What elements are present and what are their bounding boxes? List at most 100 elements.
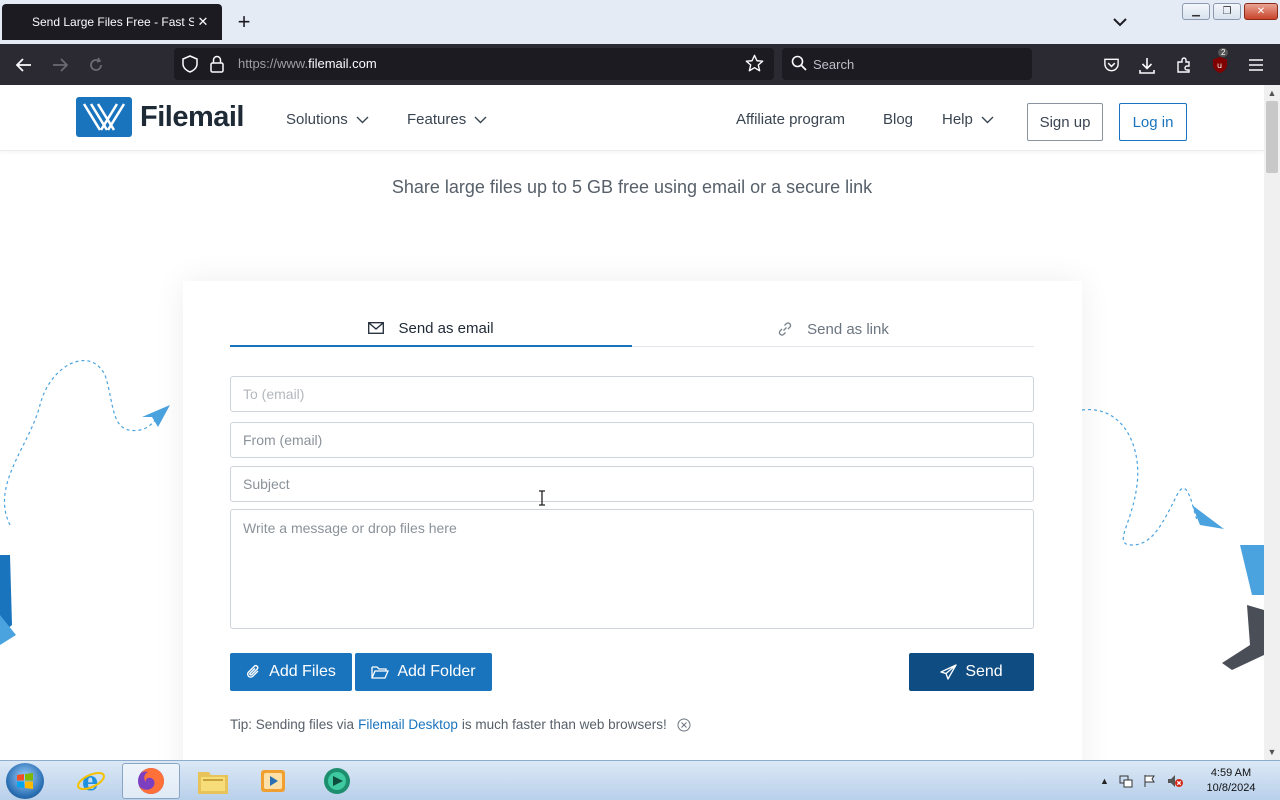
system-tray: ▲ — [1100, 761, 1183, 800]
chevron-down-icon — [356, 116, 369, 123]
media-player-icon — [261, 770, 285, 792]
nav-blog[interactable]: Blog — [883, 111, 913, 128]
browser-tab[interactable]: Send Large Files Free - Fast Secure ✕ — [2, 4, 222, 40]
action-center-flag-icon[interactable] — [1143, 774, 1157, 788]
add-folder-label: Add Folder — [397, 663, 476, 680]
hero-subtitle: Share large files up to 5 GB free using … — [391, 177, 873, 197]
send-mode-tabs: Send as email Send as link — [230, 311, 1034, 347]
nav-features-label: Features — [407, 111, 467, 128]
tab-title: Send Large Files Free - Fast Secure — [32, 15, 194, 29]
scroll-down-arrow-icon[interactable]: ▼ — [1264, 744, 1280, 760]
paperclip-icon — [247, 665, 259, 678]
window-minimize-button[interactable]: ▁ — [1182, 3, 1210, 20]
tab-email-label: Send as email — [398, 319, 494, 337]
firefox-icon — [138, 768, 164, 794]
tab-list-chevron-icon[interactable] — [1108, 10, 1132, 34]
svg-text:u: u — [1217, 61, 1222, 70]
browser-nav-bar: https://www.filemail.com Search u 2 — [0, 44, 1280, 85]
link-icon — [779, 322, 792, 336]
extensions-icon[interactable] — [1171, 52, 1197, 78]
back-arrow-icon[interactable] — [11, 52, 37, 78]
tip-close-icon[interactable] — [677, 718, 691, 732]
signup-button[interactable]: Sign up — [1027, 103, 1103, 141]
message-textarea[interactable] — [230, 509, 1034, 629]
taskbar-app[interactable] — [308, 763, 366, 799]
filemail-logo-icon — [76, 97, 132, 137]
desktop-tip: Tip: Sending files via Filemail Desktop … — [230, 717, 691, 732]
window-restore-button[interactable]: ❐ — [1213, 3, 1241, 20]
lock-icon[interactable] — [210, 55, 224, 78]
url-bar[interactable]: https://www.filemail.com — [174, 48, 774, 80]
paper-plane-icon — [940, 664, 957, 680]
tracking-shield-icon[interactable] — [182, 55, 198, 78]
new-tab-button[interactable]: + — [232, 11, 256, 35]
windows-logo-icon — [17, 773, 33, 789]
send-form-card: Send as email Send as link Add Files Add… — [183, 281, 1082, 760]
tip-suffix: is much faster than web browsers! — [461, 717, 667, 732]
internet-explorer-icon: e — [77, 767, 105, 796]
page-viewport: Filemail Solutions Features Affiliate pr… — [0, 85, 1264, 760]
hamburger-menu-icon[interactable] — [1243, 52, 1269, 78]
system-clock[interactable]: 4:59 AM 10/8/2024 — [1196, 766, 1266, 796]
network-icon[interactable] — [1119, 774, 1133, 788]
add-folder-button[interactable]: Add Folder — [355, 653, 492, 691]
search-icon — [791, 55, 807, 76]
scroll-thumb[interactable] — [1266, 101, 1278, 173]
taskbar-file-explorer[interactable] — [184, 763, 242, 799]
nav-blog-label: Blog — [883, 111, 914, 128]
scroll-up-arrow-icon[interactable]: ▲ — [1264, 85, 1280, 101]
site-header: Filemail Solutions Features Affiliate pr… — [0, 85, 1264, 151]
start-button[interactable] — [6, 763, 44, 799]
paper-plane-right-decoration — [1082, 409, 1264, 670]
search-placeholder: Search — [813, 57, 855, 72]
tab-close-icon[interactable]: ✕ — [194, 13, 212, 31]
subject-input[interactable] — [230, 466, 1034, 502]
nav-solutions[interactable]: Solutions — [286, 111, 369, 128]
volume-muted-icon[interactable] — [1167, 774, 1183, 788]
reload-icon[interactable] — [83, 52, 109, 78]
taskbar-media-player[interactable] — [244, 763, 302, 799]
logo-text: Filemail — [140, 100, 245, 133]
svg-text:e: e — [82, 767, 99, 796]
tab-send-as-email[interactable]: Send as email — [230, 311, 632, 347]
pocket-icon[interactable] — [1098, 52, 1124, 78]
url-text: https://www.filemail.com — [238, 56, 377, 71]
nav-help-label: Help — [942, 111, 973, 128]
to-email-input[interactable] — [230, 376, 1034, 412]
tray-expand-icon[interactable]: ▲ — [1100, 776, 1109, 786]
page-scrollbar[interactable]: ▲ ▼ — [1264, 85, 1280, 760]
nav-affiliate-program[interactable]: Affiliate program — [736, 111, 845, 128]
nav-features[interactable]: Features — [407, 111, 487, 128]
windows-taskbar: e ▲ 4:59 AM 10/8/2024 — [0, 760, 1280, 800]
envelope-icon — [368, 322, 385, 334]
search-bar[interactable]: Search — [782, 48, 1032, 80]
taskbar-firefox[interactable] — [122, 763, 180, 799]
downloads-icon[interactable] — [1134, 52, 1160, 78]
tab-send-as-link[interactable]: Send as link — [632, 311, 1034, 347]
add-files-button[interactable]: Add Files — [230, 653, 352, 691]
app-icon — [324, 768, 350, 794]
taskbar-internet-explorer[interactable]: e — [62, 763, 120, 799]
browser-tab-bar: Send Large Files Free - Fast Secure ✕ + … — [0, 0, 1280, 44]
chevron-down-icon — [981, 116, 994, 123]
chevron-down-icon — [474, 116, 487, 123]
tab-link-label: Send as link — [807, 320, 889, 338]
nav-solutions-label: Solutions — [286, 111, 348, 128]
text-cursor-icon — [539, 490, 545, 506]
window-close-button[interactable]: ✕ — [1244, 3, 1278, 20]
forward-arrow-icon[interactable] — [47, 52, 73, 78]
send-button[interactable]: Send — [909, 653, 1034, 691]
nav-help[interactable]: Help — [942, 111, 994, 128]
filemail-logo[interactable]: Filemail — [76, 97, 245, 137]
send-label: Send — [965, 663, 1003, 680]
folder-icon — [371, 666, 390, 679]
clock-time: 4:59 AM — [1210, 767, 1252, 779]
add-files-label: Add Files — [269, 663, 336, 680]
from-email-input[interactable] — [230, 422, 1034, 458]
login-button[interactable]: Log in — [1119, 103, 1187, 141]
filemail-desktop-link[interactable]: Filemail Desktop — [358, 717, 458, 732]
file-explorer-icon — [198, 772, 228, 794]
bookmark-star-icon[interactable] — [745, 54, 764, 78]
nav-affiliate-label: Affiliate program — [736, 111, 845, 128]
paper-plane-left-decoration — [0, 360, 170, 645]
